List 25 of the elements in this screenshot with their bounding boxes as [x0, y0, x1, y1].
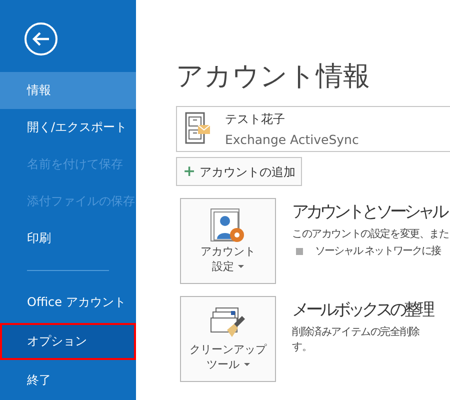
menu-item[interactable]: 開く/エクスポート [0, 109, 136, 146]
section-description: このアカウントの設定を変更、また [292, 227, 449, 242]
caret-icon [238, 265, 244, 268]
account-gear-icon [210, 208, 246, 244]
page-title: アカウント情報 [176, 60, 370, 94]
bullet-text: ソーシャル ネットワークに接 [315, 244, 440, 258]
section-heading: アカウントとソーシャル [292, 201, 448, 223]
menu-item[interactable]: オプション [0, 323, 136, 360]
section-description: す。 [292, 340, 313, 355]
menu-item[interactable]: Office アカウント [0, 284, 136, 321]
account-settings-button[interactable]: アカウント 設定 [180, 198, 276, 284]
account-name: テスト花子 [225, 111, 286, 128]
bullet-icon [296, 248, 303, 254]
account-box[interactable]: テスト花子 Exchange ActiveSync [176, 106, 450, 152]
cabinet-envelope-icon [185, 112, 211, 146]
add-account-button[interactable]: + アカウントの追加 [176, 157, 302, 186]
section-heading: メールボックスの整理 [292, 299, 434, 321]
menu-item[interactable]: 終了 [0, 362, 136, 399]
menu-item[interactable]: 情報 [0, 72, 136, 109]
plus-icon: + [183, 162, 196, 180]
menu-item[interactable]: 印刷 [0, 220, 136, 257]
section-description: 削除済みアイテムの完全削除 [292, 325, 420, 340]
caret-icon [244, 363, 250, 366]
cleanup-tools-button[interactable]: クリーンアップ ツール [180, 296, 276, 382]
account-type: Exchange ActiveSync [225, 132, 359, 147]
